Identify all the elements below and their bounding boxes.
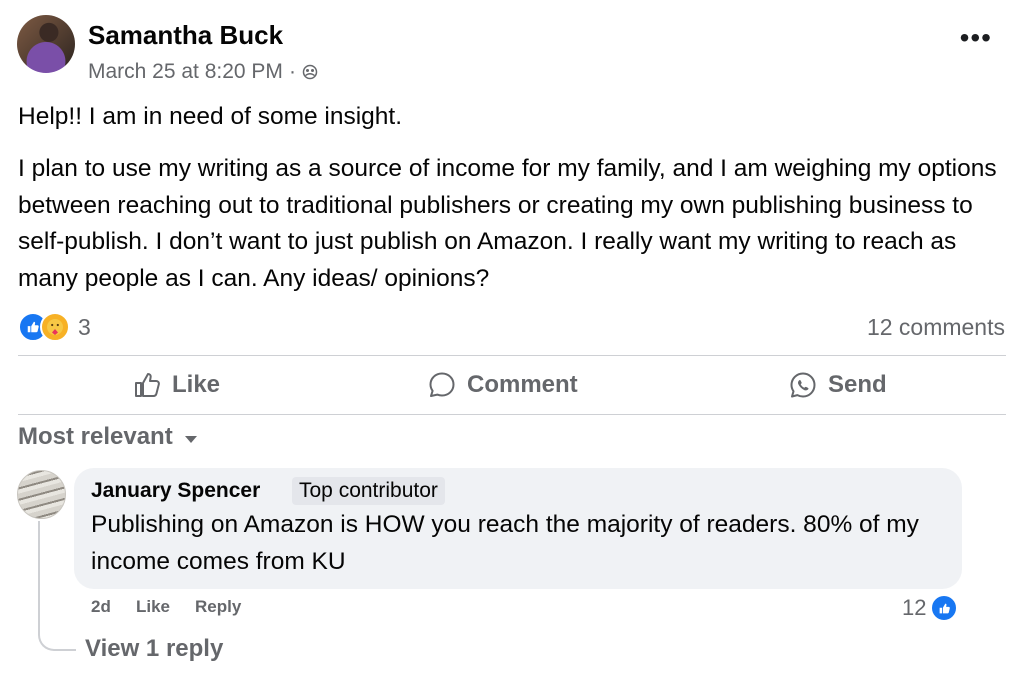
comment-author-name[interactable]: January Spencer (91, 478, 260, 504)
like-icon (930, 594, 959, 622)
comment-reactions[interactable]: 12 (902, 594, 959, 622)
post-author-name[interactable]: Samantha Buck (88, 20, 283, 50)
like-button[interactable]: Like (132, 364, 220, 406)
comment-like-button[interactable]: Like (136, 596, 170, 618)
reactions-summary[interactable]: 3 (18, 312, 91, 342)
comment-sort-label: Most relevant (18, 423, 173, 450)
comment-author-avatar[interactable] (17, 470, 66, 519)
thumbs-up-icon (135, 373, 160, 397)
like-button-label: Like (172, 371, 221, 398)
meta-separator: · (288, 60, 296, 83)
more-options-button[interactable]: ••• (960, 24, 992, 52)
comment-text: Publishing on Amazon is HOW you reach th… (91, 511, 919, 575)
send-button[interactable]: Send (788, 364, 887, 406)
post-text-paragraph-1: Help!! I am in need of some insight. (18, 103, 403, 130)
reaction-count: 3 (78, 313, 91, 340)
post-text-paragraph-2: I plan to use my writing as a source of … (18, 155, 997, 292)
whatsapp-icon (790, 372, 816, 398)
post-author-avatar[interactable] (17, 15, 75, 73)
divider-top (18, 355, 1006, 356)
post-meta: March 25 at 8:20 PM · (88, 59, 318, 85)
divider-bottom (18, 414, 1006, 415)
send-button-label: Send (828, 371, 887, 398)
post-timestamp[interactable]: March 25 at 8:20 PM (88, 59, 283, 85)
comment-button-label: Comment (467, 371, 578, 398)
comment-age[interactable]: 2d (91, 596, 111, 618)
friends-group-icon (302, 64, 318, 80)
view-replies-button[interactable]: View 1 reply (85, 634, 223, 664)
comment-button[interactable]: Comment (427, 364, 578, 406)
comment-sort-dropdown[interactable]: Most relevant (18, 423, 197, 451)
comments-count-link[interactable]: 12 comments (867, 312, 1005, 342)
caret-down-icon (184, 435, 197, 443)
comment-reply-button[interactable]: Reply (195, 596, 241, 618)
top-contributor-badge: Top contributor (292, 477, 445, 505)
comment-reaction-count: 12 (902, 595, 927, 620)
comment-bubble-icon (429, 372, 455, 397)
reply-thread-line (38, 521, 76, 651)
care-icon (40, 312, 70, 342)
